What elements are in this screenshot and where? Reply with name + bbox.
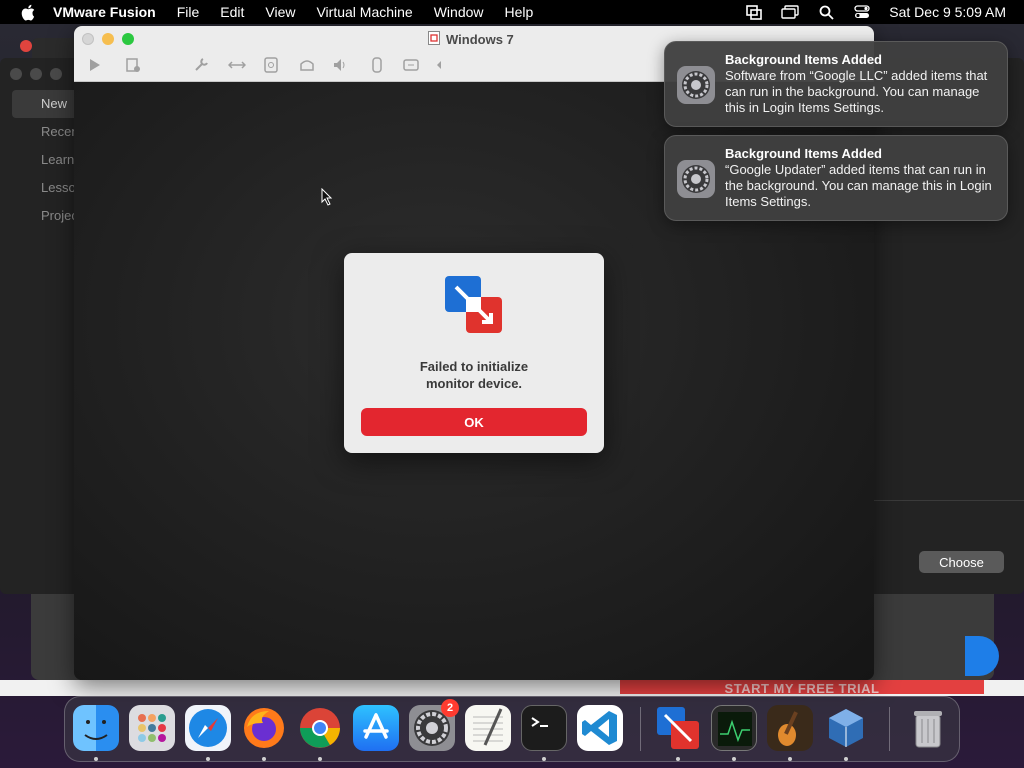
notification-google-llc[interactable]: Background Items Added Software from “Go…: [664, 41, 1008, 127]
menu-app-name[interactable]: VMware Fusion: [53, 4, 156, 20]
screen-mirroring-icon[interactable]: [781, 4, 799, 20]
chevron-left-icon[interactable]: [430, 56, 448, 74]
garageband-running-dot: [788, 757, 792, 761]
vm-window-controls: [82, 33, 134, 45]
firefox-icon[interactable]: [241, 705, 287, 751]
menu-help[interactable]: Help: [505, 4, 534, 20]
apple-menu-icon[interactable]: [19, 3, 37, 21]
notification-badge: 2: [441, 699, 459, 717]
vm-toolbar: [86, 56, 446, 74]
app-store-icon[interactable]: [353, 705, 399, 751]
notification-google-updater[interactable]: Background Items Added “Google Updater” …: [664, 135, 1008, 221]
garageband-icon[interactable]: [767, 705, 813, 751]
background-window-close-button[interactable]: [20, 40, 32, 52]
usb-icon[interactable]: [368, 56, 386, 74]
dock-separator: [889, 707, 890, 751]
snapshot-icon[interactable]: [124, 56, 142, 74]
library-window-controls: [10, 68, 62, 80]
finder-running-dot: [94, 757, 98, 761]
sidebar-item-learn[interactable]: Learn: [0, 146, 80, 174]
vm-title: Windows 7: [428, 30, 514, 48]
sidebar-item-lessons[interactable]: Lessons: [0, 174, 80, 202]
free-trial-button[interactable]: START MY FREE TRIAL: [620, 680, 984, 694]
menu-file[interactable]: File: [177, 4, 200, 20]
vm-zoom-button[interactable]: [122, 33, 134, 45]
menu-window[interactable]: Window: [434, 4, 484, 20]
vm-close-button[interactable]: [82, 33, 94, 45]
dock: 2: [64, 696, 960, 762]
menu-bar-clock[interactable]: Sat Dec 9 5:09 AM: [889, 4, 1006, 20]
sidebar-item-new[interactable]: New: [12, 90, 80, 118]
notification-title: Background Items Added: [725, 52, 882, 67]
network-arrows-icon[interactable]: [228, 56, 246, 74]
library-close-button[interactable]: [10, 68, 22, 80]
chrome-running-dot: [318, 757, 322, 761]
terminal-running-dot: [542, 757, 546, 761]
library-zoom-button[interactable]: [50, 68, 62, 80]
sidebar-item-recent[interactable]: Recent: [0, 118, 80, 146]
ok-button[interactable]: OK: [361, 408, 587, 436]
system-settings-icon[interactable]: 2: [409, 699, 459, 751]
trash-icon[interactable]: [905, 705, 951, 751]
spotlight-search-icon[interactable]: [817, 4, 835, 20]
finder-icon[interactable]: [73, 705, 119, 751]
vmware-running-dot: [676, 757, 680, 761]
wrench-settings-icon[interactable]: [192, 56, 210, 74]
sidebar-item-projects[interactable]: Projects: [0, 202, 80, 230]
menu-view[interactable]: View: [265, 4, 295, 20]
alert-message-line1: Failed to initialize: [419, 359, 529, 374]
mouse-pointer-icon: [321, 187, 333, 211]
menu-edit[interactable]: Edit: [220, 4, 244, 20]
dock-separator: [640, 707, 641, 751]
textedit-icon[interactable]: [465, 705, 511, 751]
system-settings-gear-icon: [677, 160, 715, 198]
library-minimize-button[interactable]: [30, 68, 42, 80]
menu-bar: VMware Fusion File Edit View Virtual Mac…: [0, 0, 1024, 24]
launchpad-icon[interactable]: [129, 705, 175, 751]
printer-icon[interactable]: [298, 56, 316, 74]
terminal-icon[interactable]: [521, 705, 567, 751]
vmware-status-icon[interactable]: [745, 4, 763, 20]
alert-message: Failed to initialize monitor device.: [344, 358, 604, 392]
disk-icon[interactable]: [262, 56, 280, 74]
vm-title-text: Windows 7: [446, 31, 514, 47]
notification-title: Background Items Added: [725, 146, 882, 161]
vscode-icon[interactable]: [577, 705, 623, 751]
notification-body: “Google Updater” added items that can ru…: [725, 162, 992, 209]
refresh-icon[interactable]: [402, 56, 420, 74]
activity-monitor-running-dot: [732, 757, 736, 761]
library-footer: [874, 500, 1024, 594]
system-settings-gear-icon: [677, 66, 715, 104]
notification-body: Software from “Google LLC” added items t…: [725, 68, 988, 115]
library-sidebar: New Recent Learn Lessons Projects: [0, 90, 80, 230]
menu-virtual-machine[interactable]: Virtual Machine: [316, 4, 412, 20]
vm-minimize-button[interactable]: [102, 33, 114, 45]
vmware-fusion-logo-icon: [444, 275, 504, 335]
firefox-running-dot: [262, 757, 266, 761]
error-alert-dialog: Failed to initialize monitor device. OK: [344, 253, 604, 453]
play-icon[interactable]: [86, 56, 104, 74]
vm-document-icon: [428, 30, 440, 48]
control-center-icon[interactable]: [853, 4, 871, 20]
safari-running-dot: [206, 757, 210, 761]
vmware-fusion-icon[interactable]: [655, 705, 701, 751]
choose-button[interactable]: Choose: [919, 551, 1004, 573]
sound-icon[interactable]: [332, 56, 350, 74]
activity-monitor-icon[interactable]: [711, 705, 757, 751]
virtualbox-running-dot: [844, 757, 848, 761]
chrome-icon[interactable]: [297, 705, 343, 751]
virtualbox-icon[interactable]: [823, 705, 869, 751]
alert-message-line2: monitor device.: [425, 376, 523, 391]
safari-icon[interactable]: [185, 705, 231, 751]
